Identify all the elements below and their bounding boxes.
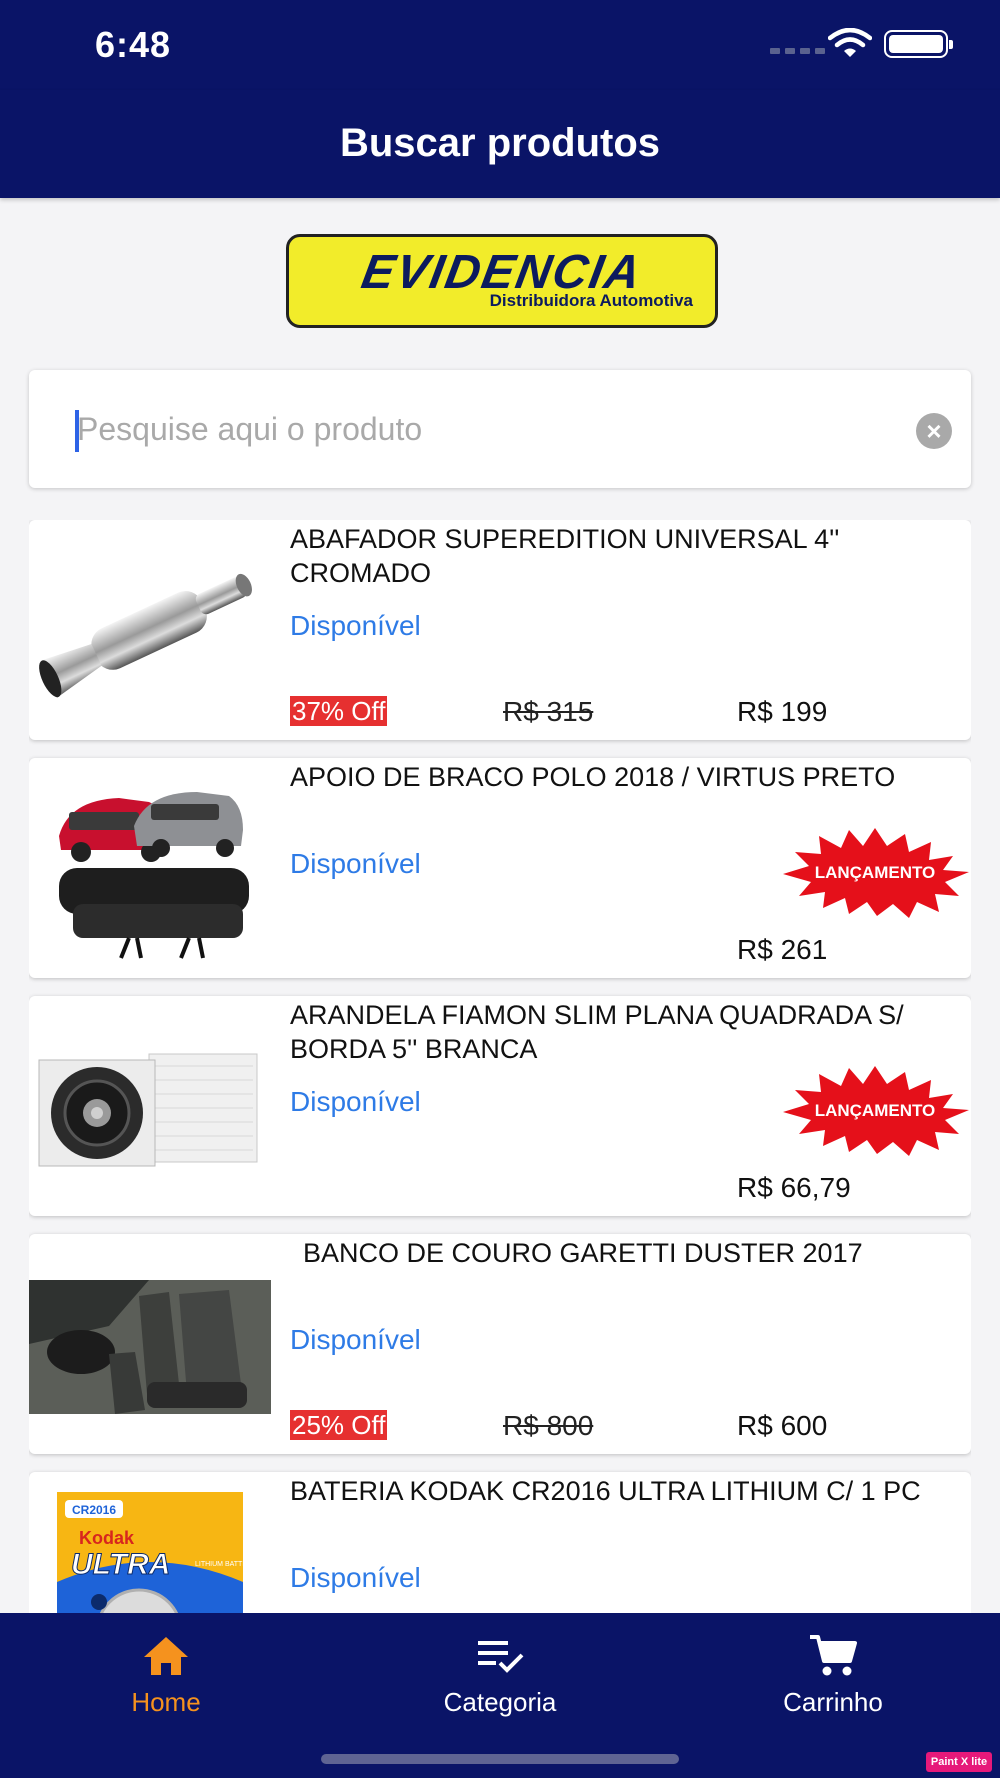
search-input[interactable] (77, 398, 877, 460)
product-card[interactable]: BANCO DE COURO GARETTI DUSTER 2017 Dispo… (29, 1234, 971, 1454)
tab-categoria[interactable]: Categoria (400, 1633, 600, 1718)
product-card[interactable]: CR2016 Kodak ULTRA LITHIUM BATTERY BATER… (29, 1472, 971, 1613)
battery-type-label: LITHIUM BATTERY (195, 1561, 257, 1568)
tab-categoria-label: Categoria (443, 1687, 557, 1717)
product-image-car-seats (29, 1280, 271, 1414)
brand-logo: EVIDENCIA Distribuidora Automotiva (286, 234, 718, 328)
logo-subtitle: Distribuidora Automotiva (489, 291, 693, 310)
cart-icon (810, 1635, 857, 1676)
product-card[interactable]: ABAFADOR SUPEREDITION UNIVERSAL 4'' CROM… (29, 520, 971, 740)
battery-brand-label: Kodak (79, 1528, 135, 1548)
status-bar: 6:48 (0, 0, 1000, 90)
home-icon (144, 1637, 188, 1675)
old-price: R$ 315 (503, 696, 594, 727)
tab-home-label: Home (131, 1687, 201, 1717)
product-status: Disponível (290, 1562, 421, 1593)
product-name: BANCO DE COURO GARETTI DUSTER 2017 (303, 1238, 863, 1268)
page-title: Buscar produtos (339, 121, 661, 165)
product-image-muffler (39, 573, 252, 698)
wifi-icon (828, 28, 872, 57)
list-check-icon (478, 1641, 524, 1673)
release-badge: LANÇAMENTO (783, 1066, 969, 1156)
product-image-battery-pack: CR2016 Kodak ULTRA LITHIUM BATTERY (57, 1492, 257, 1613)
tab-home[interactable]: Home (66, 1633, 266, 1718)
product-price: R$ 261 (737, 934, 828, 965)
product-card[interactable]: APOIO DE BRACO POLO 2018 / VIRTUS PRETO … (29, 758, 971, 978)
product-name: BATERIA KODAK CR2016 ULTRA LITHIUM C/ 1 … (290, 1476, 921, 1506)
home-indicator[interactable] (321, 1754, 679, 1764)
status-time: 6:48 (95, 24, 172, 65)
search-bar[interactable]: × (29, 370, 971, 488)
product-status: Disponível (290, 848, 421, 879)
product-name: ABAFADOR SUPEREDITION UNIVERSAL 4'' CROM… (290, 524, 840, 588)
tab-carrinho[interactable]: Carrinho (733, 1633, 933, 1718)
release-badge-label: LANÇAMENTO (815, 1101, 936, 1120)
product-image-armrest (59, 792, 249, 959)
product-name: ARANDELA FIAMON SLIM PLANA QUADRADA S/ B… (290, 1000, 904, 1064)
discount-badge: 25% Off (290, 1410, 388, 1440)
product-card[interactable]: ARANDELA FIAMON SLIM PLANA QUADRADA S/ B… (29, 996, 971, 1216)
product-price: R$ 600 (737, 1410, 828, 1441)
product-price: R$ 66,79 (737, 1172, 851, 1203)
clear-search-icon[interactable]: × (916, 413, 952, 449)
product-image-speaker-panel (38, 1053, 258, 1167)
release-badge-label: LANÇAMENTO (815, 863, 936, 882)
product-status: Disponível (290, 1324, 421, 1355)
cellular-signal-icon (770, 48, 825, 54)
battery-code-label: CR2016 (72, 1503, 116, 1517)
tab-carrinho-label: Carrinho (783, 1687, 883, 1717)
battery-icon (884, 30, 953, 58)
watermark-badge: Paint X lite (926, 1752, 992, 1772)
product-list[interactable]: ABAFADOR SUPEREDITION UNIVERSAL 4'' CROM… (29, 520, 971, 1613)
battery-model-label: ULTRA (71, 1548, 170, 1581)
app-header: Buscar produtos (0, 90, 1000, 198)
product-name: APOIO DE BRACO POLO 2018 / VIRTUS PRETO (290, 762, 896, 792)
discount-badge: 37% Off (290, 696, 388, 726)
product-status: Disponível (290, 610, 421, 641)
product-status: Disponível (290, 1086, 421, 1117)
product-price: R$ 199 (737, 696, 828, 727)
release-badge: LANÇAMENTO (783, 828, 969, 918)
old-price: R$ 800 (503, 1410, 594, 1441)
